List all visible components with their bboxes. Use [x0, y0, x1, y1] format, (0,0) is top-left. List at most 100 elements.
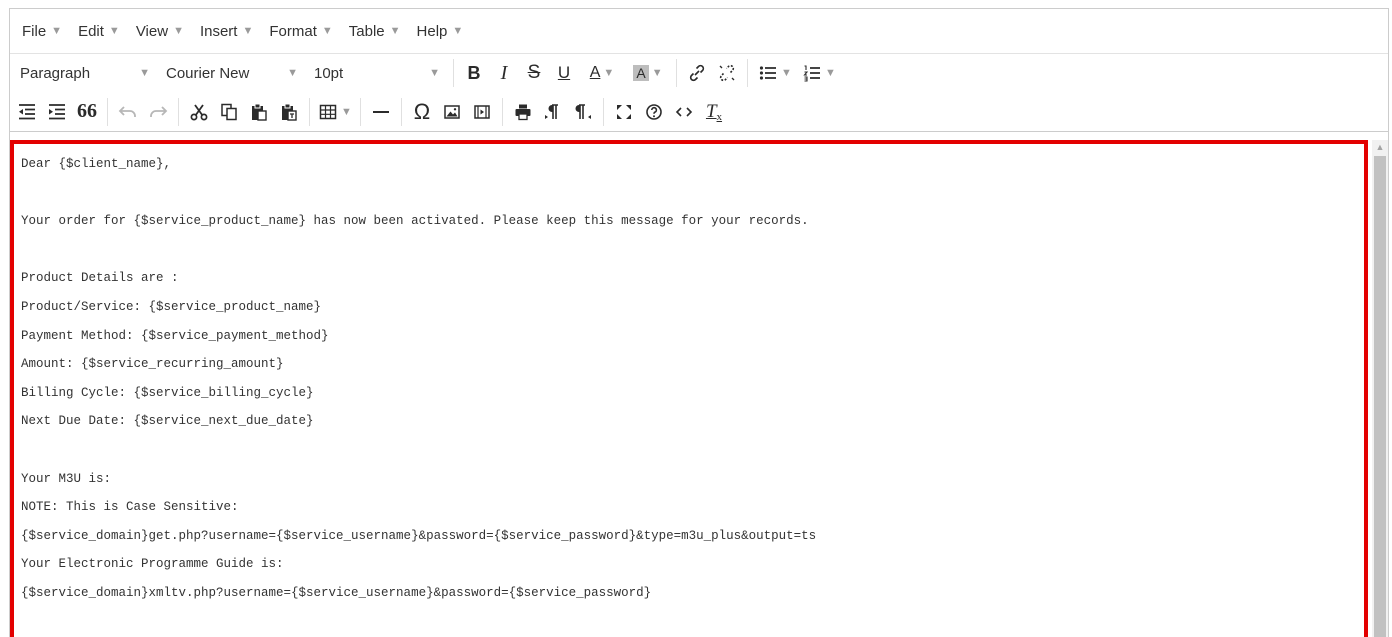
menu-label: File — [22, 22, 47, 40]
strikethrough-icon: S — [527, 62, 541, 83]
scrollbar-thumb[interactable] — [1374, 156, 1386, 637]
editor-body[interactable]: Dear {$client_name}, Your order for {$ser… — [10, 140, 1368, 637]
toolbar-separator — [178, 97, 179, 126]
fullscreen-button[interactable] — [609, 97, 639, 127]
editor-content-area: Dear {$client_name}, Your order for {$ser… — [10, 140, 1388, 637]
copy-button[interactable] — [214, 97, 244, 127]
chevron-down-icon: ▼ — [173, 25, 184, 37]
menu-label: Table — [348, 22, 385, 40]
font-size-select[interactable]: 10pt ▼ — [306, 58, 448, 88]
menu-file[interactable]: File ▼ — [14, 16, 70, 46]
vertical-scrollbar[interactable]: ▲ — [1372, 140, 1388, 637]
indent-button[interactable] — [42, 97, 72, 127]
chevron-down-icon: ▼ — [139, 67, 150, 79]
content-line: {$service_domain}xmltv.php?username={$se… — [21, 585, 652, 600]
remove-link-button[interactable] — [712, 58, 742, 88]
toolbar-separator — [502, 97, 503, 126]
content-line: NOTE: This is Case Sensitive: — [21, 500, 239, 515]
rtl-icon — [575, 103, 591, 119]
select-value: Paragraph — [20, 64, 91, 82]
content-line: Your Electronic Programme Guide is: — [21, 557, 284, 572]
ltr-icon — [545, 103, 558, 119]
scroll-up-arrow-icon[interactable]: ▲ — [1372, 140, 1388, 154]
chevron-down-icon: ▼ — [603, 67, 615, 79]
bullet-list-button[interactable]: ▼ — [753, 58, 797, 88]
background-color-button[interactable]: A ▼ — [625, 58, 671, 88]
content-line — [21, 179, 1357, 208]
menu-label: Format — [269, 22, 317, 40]
bold-button[interactable]: B — [459, 58, 489, 88]
toolbar-row-2: 66 ▼ Ω T x — [10, 92, 1388, 132]
media-icon — [474, 104, 490, 119]
clear-formatting-x-icon: x — [716, 110, 723, 123]
special-character-button[interactable]: Ω — [407, 97, 437, 127]
insert-media-button[interactable] — [467, 97, 497, 127]
content-line: Amount: {$service_recurring_amount} — [21, 357, 284, 372]
menu-format[interactable]: Format ▼ — [261, 16, 340, 46]
menu-label: Edit — [78, 22, 104, 40]
toolbar-separator — [676, 59, 677, 87]
menu-label: View — [135, 22, 169, 40]
select-value: 10pt — [314, 64, 344, 82]
text-color-button[interactable]: A ▼ — [579, 58, 625, 88]
chevron-down-icon: ▼ — [242, 25, 254, 37]
chevron-down-icon: ▼ — [321, 25, 333, 37]
content-line: Billing Cycle: {$service_billing_cycle} — [21, 385, 314, 400]
insert-link-button[interactable] — [682, 58, 712, 88]
chevron-down-icon: ▼ — [108, 25, 120, 37]
outdent-icon — [19, 103, 35, 119]
menubar: File ▼ Edit ▼ View ▼ Insert ▼ Format ▼ Table ▼… — [10, 9, 1388, 54]
font-family-select[interactable]: Courier New ▼ — [158, 58, 306, 88]
content-line — [21, 436, 1357, 465]
clear-formatting-button[interactable]: Tx — [699, 97, 729, 127]
chevron-down-icon: ▼ — [429, 67, 440, 79]
paste-text-icon — [282, 103, 297, 121]
paste-button[interactable] — [244, 97, 274, 127]
ltr-direction-button[interactable] — [538, 97, 568, 127]
undo-button[interactable] — [113, 97, 143, 127]
content-line: Next Due Date: {$service_next_due_date} — [21, 414, 314, 429]
print-button[interactable] — [508, 97, 538, 127]
horizontal-line-button[interactable] — [366, 97, 396, 127]
menu-insert[interactable]: Insert ▼ — [192, 16, 261, 46]
menu-help[interactable]: Help ▼ — [409, 16, 472, 46]
outdent-button[interactable] — [12, 97, 42, 127]
strikethrough-button[interactable]: S — [519, 58, 549, 88]
blockquote-button[interactable]: 66 — [72, 97, 102, 127]
block-format-select[interactable]: Paragraph ▼ — [12, 58, 158, 88]
help-icon — [646, 103, 662, 120]
toolbar-separator — [309, 97, 310, 126]
table-button[interactable]: ▼ — [315, 97, 355, 127]
bold-icon: B — [467, 62, 481, 83]
content-line: Payment Method: {$service_payment_method… — [21, 328, 329, 343]
chevron-down-icon: ▼ — [341, 105, 352, 118]
content-line: {$service_domain}get.php?username={$serv… — [21, 528, 817, 543]
italic-button[interactable]: I — [489, 58, 519, 88]
table-icon — [319, 104, 337, 119]
select-value: Courier New — [166, 64, 250, 82]
help-button[interactable] — [639, 97, 669, 127]
source-code-button[interactable] — [669, 97, 699, 127]
insert-image-button[interactable] — [437, 97, 467, 127]
menu-view[interactable]: View ▼ — [128, 16, 192, 46]
menu-edit[interactable]: Edit ▼ — [70, 16, 128, 46]
chevron-down-icon: ▼ — [287, 67, 298, 79]
toolbar-separator — [107, 97, 108, 126]
paste-icon — [252, 103, 267, 121]
omega-icon: Ω — [413, 98, 431, 124]
content-line: Product Details are : — [21, 271, 179, 286]
numbered-list-button[interactable]: ▼ — [797, 58, 841, 88]
clear-formatting-icon: T — [705, 100, 717, 122]
fullscreen-icon — [617, 104, 631, 119]
chevron-down-icon: ▼ — [651, 67, 663, 79]
menu-table[interactable]: Table ▼ — [341, 16, 409, 46]
rtl-direction-button[interactable] — [568, 97, 598, 127]
toolbar-row-1: Paragraph ▼ Courier New ▼ 10pt ▼ B I S U A ▼… — [10, 54, 1388, 92]
cut-button[interactable] — [184, 97, 214, 127]
paste-as-text-button[interactable] — [274, 97, 304, 127]
redo-button[interactable] — [143, 97, 173, 127]
bullet-list-icon — [759, 66, 777, 80]
copy-icon — [221, 103, 237, 120]
underline-button[interactable]: U — [549, 58, 579, 88]
image-icon — [444, 104, 460, 119]
